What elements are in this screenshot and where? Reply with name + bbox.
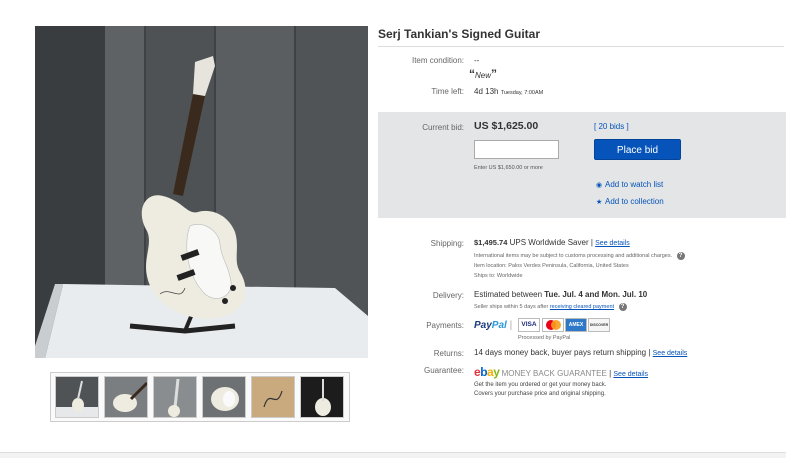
- returns-see-details-link[interactable]: See details: [653, 350, 688, 357]
- guarantee-label: Guarantee:: [423, 366, 464, 375]
- bid-amount-input[interactable]: [474, 140, 559, 159]
- place-bid-button[interactable]: Place bid: [594, 139, 681, 160]
- guarantee-see-details-link[interactable]: See details: [613, 371, 648, 378]
- processed-by-paypal: Processed by PayPal: [518, 335, 571, 341]
- current-bid-label: Current bid:: [422, 123, 464, 132]
- returns-value: 14 days money back, buyer pays return sh…: [474, 348, 688, 357]
- paypal-logo-part-2: Pal: [491, 320, 507, 331]
- delivery-label: Delivery:: [432, 291, 464, 300]
- bottom-divider: [0, 452, 786, 458]
- delivery-note: Seller ships within 5 days after receivi…: [474, 303, 627, 311]
- guarantee-line-1: Get the item you ordered or get your mon…: [474, 382, 607, 388]
- guarantee-text: Get the item you ordered or get your mon…: [474, 381, 606, 399]
- watch-list-label: Add to watch list: [605, 180, 664, 189]
- ebay-logo: ebay: [474, 365, 500, 379]
- thumbnail-4[interactable]: [202, 376, 246, 418]
- paypal-logo-part-1: Pay: [474, 320, 492, 331]
- shipping-label: Shipping:: [430, 239, 464, 248]
- cleared-payment-link[interactable]: receiving cleared payment: [550, 304, 614, 310]
- delivery-prefix: Estimated between: [474, 290, 545, 299]
- shipping-value: $1,495.74 UPS Worldwide Saver | See deta…: [474, 238, 630, 247]
- mastercard-icon: [542, 318, 564, 332]
- help-icon[interactable]: ?: [676, 252, 685, 260]
- thumbnail-6[interactable]: [300, 376, 344, 418]
- guarantee-value: ebay MONEY BACK GUARANTEE | See details: [474, 365, 649, 379]
- current-bid-value: US $1,625.00: [474, 120, 539, 132]
- condition-value: “New”: [469, 67, 498, 81]
- time-left-value: 4d 13h Tuesday, 7:00AM: [474, 87, 543, 96]
- guarantee-line-2: Covers your purchase price and original …: [474, 391, 606, 397]
- shipping-note: International items may be subject to cu…: [474, 252, 685, 260]
- time-left-label: Time left:: [431, 87, 464, 96]
- discover-card-icon: DISCOVER: [588, 318, 610, 332]
- returns-text: 14 days money back, buyer pays return sh…: [474, 348, 647, 357]
- bid-history-link[interactable]: [ 20 bids ]: [594, 122, 629, 131]
- money-back-guarantee: MONEY BACK GUARANTEE: [501, 369, 607, 378]
- visa-card-icon: VISA: [518, 318, 540, 332]
- returns-label: Returns:: [433, 349, 464, 358]
- shipping-cost: $1,495.74: [474, 238, 508, 247]
- add-to-collection-link[interactable]: ★ Add to collection: [596, 197, 664, 206]
- delivery-range: Tue. Jul. 4 and Mon. Jul. 10: [544, 290, 648, 299]
- thumbnail-3[interactable]: [153, 376, 197, 418]
- thumbnail-1[interactable]: [55, 376, 99, 418]
- shipping-service: UPS Worldwide Saver: [509, 238, 589, 247]
- title-divider: [378, 46, 784, 47]
- paypal-logo: PayPal |: [474, 320, 513, 331]
- eye-icon: ◉: [596, 182, 603, 189]
- bid-hint: Enter US $1,650.00 or more: [474, 165, 543, 171]
- ebay-logo-letter: y: [493, 365, 500, 379]
- condition-dash: --: [474, 56, 480, 65]
- collection-label: Add to collection: [605, 197, 664, 206]
- star-icon: ★: [596, 199, 603, 206]
- payments-label: Payments:: [426, 321, 464, 330]
- amex-card-icon: AMEX: [565, 318, 587, 332]
- item-location: Item location: Palos Verdes Peninsula, C…: [474, 263, 629, 269]
- ships-to: Ships to: Worldwide: [474, 273, 523, 279]
- thumbnail-strip: [50, 372, 350, 422]
- add-to-watch-list-link[interactable]: ◉ Add to watch list: [596, 180, 663, 189]
- shipping-see-details-link[interactable]: See details: [595, 240, 630, 247]
- delivery-value: Estimated between Tue. Jul. 4 and Mon. J…: [474, 290, 647, 299]
- delivery-note-prefix: Seller ships within 5 days after: [474, 304, 550, 310]
- ebay-logo-letter: b: [480, 365, 488, 379]
- condition-text: New: [475, 71, 492, 80]
- help-icon[interactable]: ?: [618, 303, 627, 311]
- listing-title: Serj Tankian's Signed Guitar: [378, 27, 541, 41]
- time-left-duration: 4d 13h: [474, 87, 499, 96]
- main-product-photo[interactable]: [35, 26, 368, 358]
- condition-label: Item condition:: [411, 56, 464, 65]
- thumbnail-2[interactable]: [104, 376, 148, 418]
- thumbnail-5[interactable]: [251, 376, 295, 418]
- time-left-detail: Tuesday, 7:00AM: [500, 90, 544, 96]
- shipping-note-text: International items may be subject to cu…: [474, 253, 673, 259]
